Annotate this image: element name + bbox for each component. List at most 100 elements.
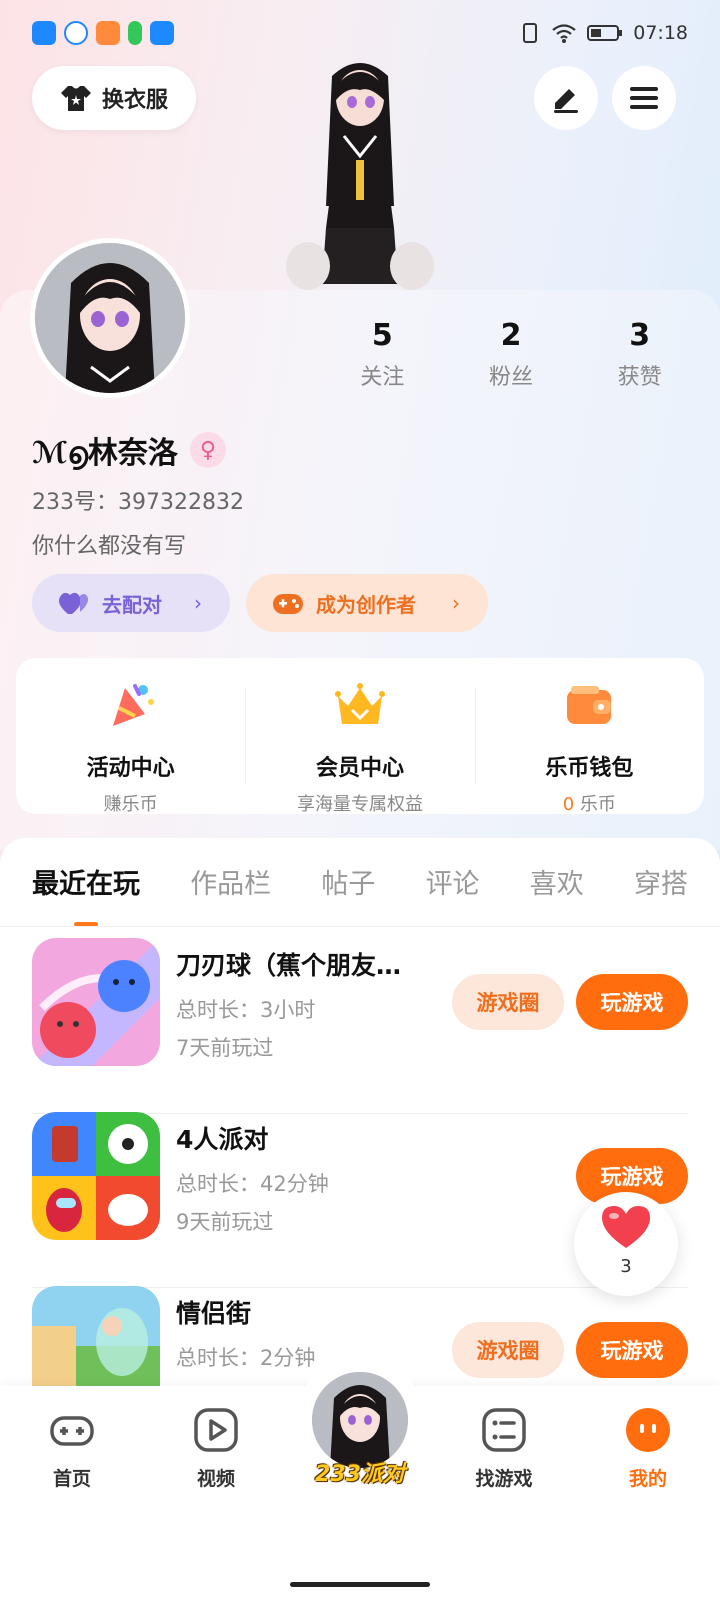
chevron-right-icon: › — [452, 591, 460, 615]
game-list-item[interactable]: 刀刃球（蕉个朋友… 总时长：3小时 7天前玩过 游戏圈 玩游戏 — [32, 938, 688, 1114]
tab-works[interactable]: 作品栏 — [190, 862, 271, 901]
vibrate-icon — [523, 23, 538, 43]
username: ℳ൭林奈洛 — [32, 436, 178, 471]
nav-home-label: 首页 — [52, 1468, 91, 1490]
status-bar: 07:18 — [32, 18, 688, 48]
game-duration: 总时长：3小时 — [176, 998, 316, 1022]
profile-icon — [626, 1408, 670, 1452]
username-row: ℳ൭林奈洛 ♀ — [32, 428, 226, 472]
mail-app-icon — [96, 21, 120, 45]
play-icon — [194, 1408, 238, 1452]
edit-profile-button[interactable] — [534, 66, 598, 130]
wallet-icon — [567, 686, 612, 724]
become-creator-button[interactable]: 成为创作者 › — [246, 574, 488, 632]
feature-row: 活动中心 赚乐币 会员中心 享海量专属权益 乐币钱包 0 乐币 — [16, 658, 704, 815]
change-outfit-button[interactable]: 换衣服 — [32, 66, 196, 130]
user-bio: 你什么都没有写 — [32, 534, 187, 559]
home-indicator[interactable] — [290, 1582, 430, 1587]
creator-label: 成为创作者 — [316, 592, 416, 617]
game-name: 刀刃球（蕉个朋友… — [176, 951, 402, 980]
game-name: 4人派对 — [176, 1125, 269, 1154]
shirt-icon — [60, 86, 91, 111]
followers-count: 2 — [500, 318, 522, 353]
notification-icons — [32, 21, 174, 45]
nav-party-label[interactable]: 233派对 — [302, 1456, 418, 1488]
game-name: 情侣街 — [176, 1299, 252, 1328]
menu-button[interactable] — [612, 66, 676, 130]
coin-wallet-balance: 0 乐币 — [475, 790, 704, 816]
nav-video[interactable]: 视频 — [144, 1406, 288, 1491]
gamepad-icon — [50, 1416, 94, 1446]
nav-mine[interactable]: 我的 — [576, 1406, 720, 1491]
change-outfit-label: 换衣服 — [101, 88, 168, 113]
likes-count: 3 — [629, 318, 651, 353]
female-gender-icon: ♀ — [189, 432, 226, 468]
profile-avatar[interactable] — [30, 238, 190, 398]
activity-center-title: 活动中心 — [86, 756, 175, 781]
membership-center-subtitle: 享海量专属权益 — [296, 794, 423, 815]
clock: 07:18 — [633, 22, 688, 44]
tab-recently-played[interactable]: 最近在玩 — [32, 862, 140, 927]
activity-center[interactable]: 活动中心 赚乐币 — [16, 674, 245, 815]
heart-icon — [602, 1206, 650, 1248]
match-button[interactable]: 去配对 › — [32, 574, 230, 632]
coin-unit: 乐币 — [574, 794, 616, 815]
likes-label: 获赞 — [617, 365, 662, 390]
battery-icon — [587, 25, 623, 41]
coin-wallet[interactable]: 乐币钱包 0 乐币 — [474, 674, 704, 815]
chevron-right-icon: › — [194, 591, 202, 615]
game-circle-button[interactable]: 游戏圈 — [452, 974, 564, 1030]
nav-find-game[interactable]: 找游戏 — [432, 1406, 576, 1491]
avatar-3d-character[interactable] — [282, 56, 438, 292]
nav-mine-label: 我的 — [628, 1468, 667, 1490]
gamepad-icon — [273, 594, 303, 614]
floating-like-button[interactable]: 3 — [574, 1192, 678, 1296]
user-id[interactable]: 233号：397322832 — [32, 484, 244, 516]
activity-center-subtitle: 赚乐币 — [103, 794, 158, 815]
game-last-played: 9天前玩过 — [176, 1210, 274, 1234]
ifly-app-icon — [64, 21, 88, 45]
following-label: 关注 — [360, 365, 405, 390]
following-count: 5 — [371, 318, 393, 353]
heart-pair-icon — [59, 592, 89, 614]
shield-app-icon-2 — [150, 21, 174, 45]
followers-stat[interactable]: 2 粉丝 — [447, 318, 576, 391]
play-game-button[interactable]: 玩游戏 — [576, 1322, 688, 1378]
membership-center-title: 会员中心 — [315, 756, 404, 781]
coin-balance-value: 0 — [562, 794, 575, 815]
tab-likes[interactable]: 喜欢 — [530, 862, 584, 901]
party-popper-icon — [112, 684, 154, 726]
membership-center[interactable]: 会员中心 享海量专属权益 — [245, 674, 474, 815]
coin-wallet-title: 乐币钱包 — [545, 756, 634, 781]
game-duration: 总时长：42分钟 — [176, 1172, 329, 1196]
party-avatar-portrait — [312, 1372, 408, 1468]
nav-party-avatar[interactable] — [312, 1372, 408, 1468]
four-party-artwork — [32, 1112, 160, 1240]
avatar-portrait — [35, 243, 185, 393]
list-icon — [482, 1408, 526, 1452]
profile-tabs: 最近在玩 作品栏 帖子 评论 喜欢 穿搭 — [32, 862, 688, 927]
nav-video-label: 视频 — [196, 1468, 235, 1490]
nav-find-game-label: 找游戏 — [475, 1468, 533, 1490]
game-last-played: 7天前玩过 — [176, 1036, 274, 1060]
game-icon-4-party[interactable] — [32, 1112, 160, 1240]
menu-icon — [630, 87, 658, 109]
game-duration: 总时长：2分钟 — [176, 1346, 316, 1370]
likes-stat[interactable]: 3 获赞 — [575, 318, 704, 391]
shield-app-icon — [32, 21, 56, 45]
game-circle-button[interactable]: 游戏圈 — [452, 1322, 564, 1378]
tab-outfits[interactable]: 穿搭 — [634, 862, 688, 901]
crown-icon — [334, 683, 385, 724]
wifi-icon — [552, 24, 576, 43]
game-icon-blade-ball[interactable] — [32, 938, 160, 1066]
following-stat[interactable]: 5 关注 — [318, 318, 447, 391]
tab-comments[interactable]: 评论 — [426, 862, 480, 901]
play-game-button[interactable]: 玩游戏 — [576, 974, 688, 1030]
match-label: 去配对 — [102, 592, 162, 617]
followers-label: 粉丝 — [489, 365, 534, 390]
tab-divider — [0, 926, 720, 927]
nav-home[interactable]: 首页 — [0, 1406, 144, 1491]
tab-posts[interactable]: 帖子 — [321, 862, 375, 901]
profile-stats: 5 关注 2 粉丝 3 获赞 — [318, 318, 704, 391]
mic-icon — [128, 21, 142, 45]
